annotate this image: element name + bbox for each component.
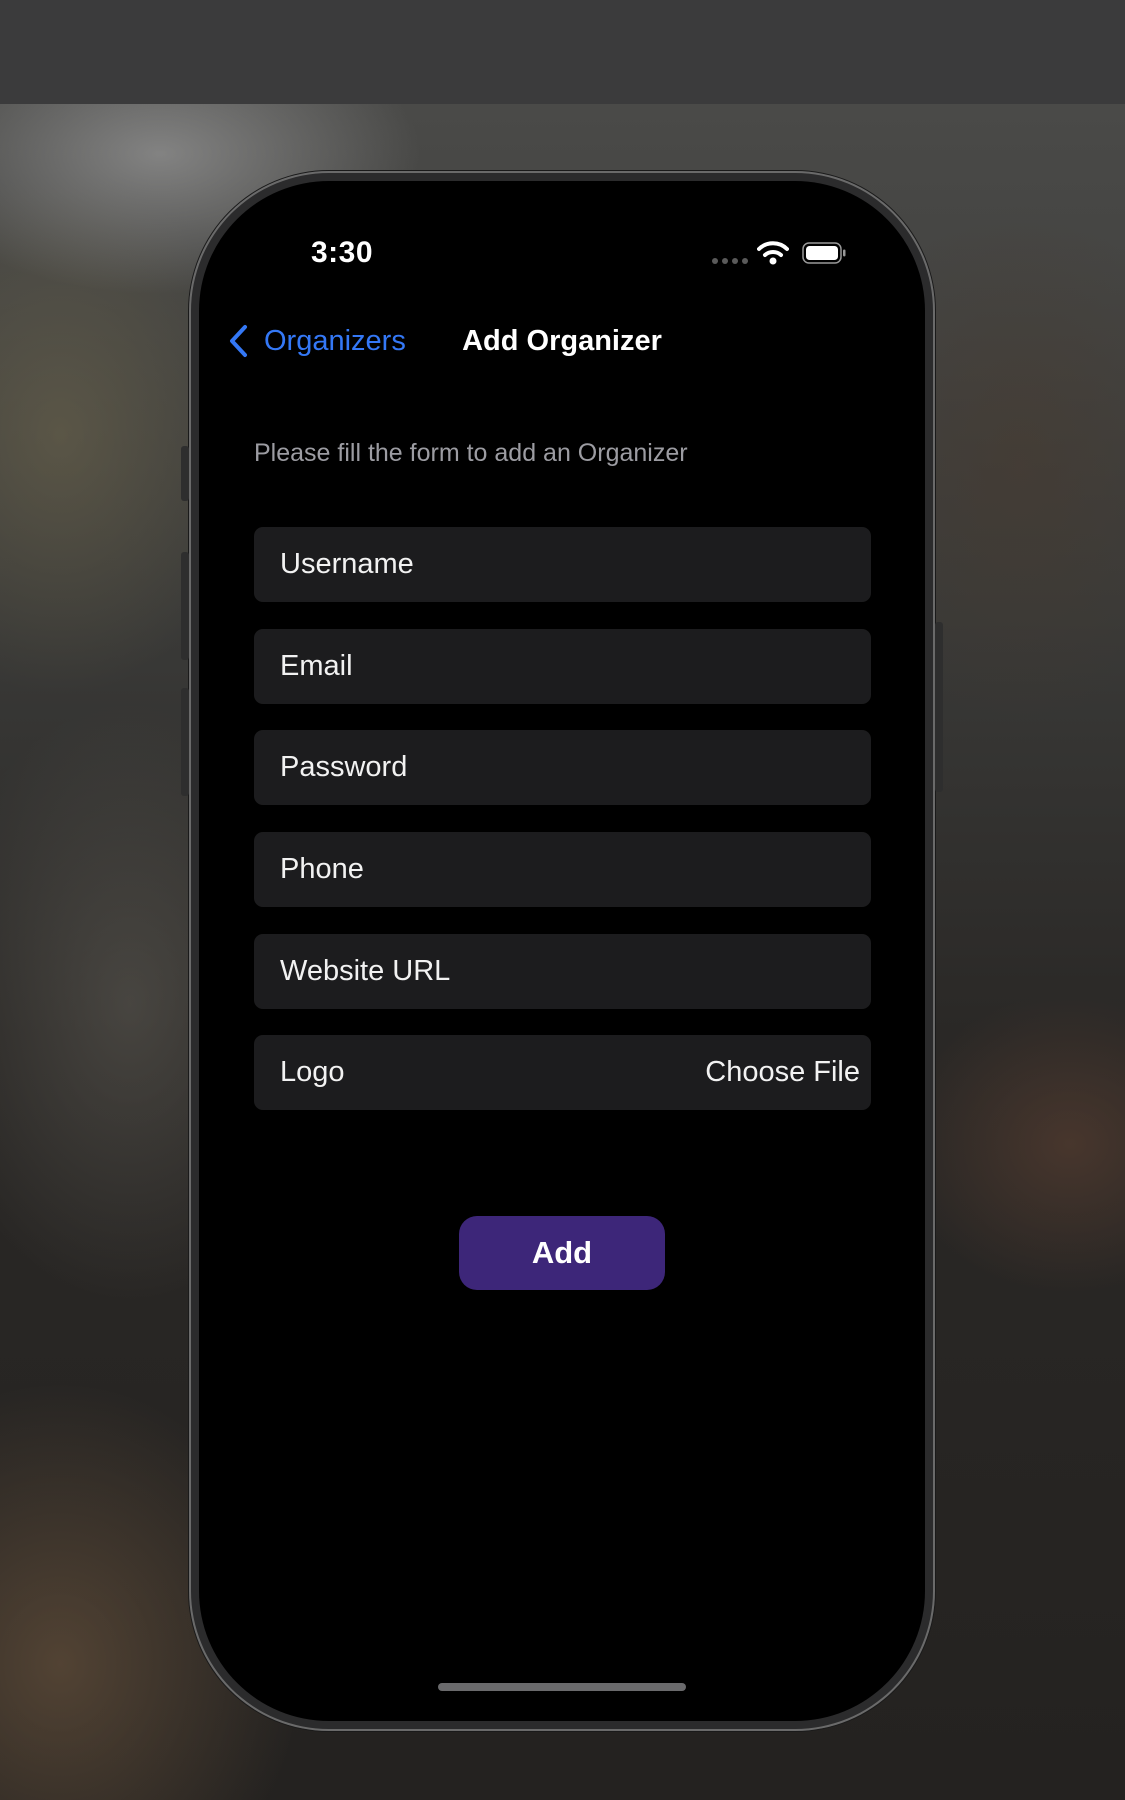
choose-file-button[interactable]: Choose File bbox=[705, 1056, 860, 1089]
side-button-mute bbox=[181, 446, 189, 501]
password-field[interactable] bbox=[280, 751, 845, 784]
username-field[interactable] bbox=[280, 548, 845, 581]
website-url-field[interactable] bbox=[280, 955, 845, 988]
battery-icon bbox=[802, 242, 846, 264]
status-time: 3:30 bbox=[311, 236, 374, 269]
cellular-signal-icon bbox=[712, 258, 748, 264]
logo-file-row: Logo Choose File bbox=[254, 1035, 871, 1110]
email-field[interactable] bbox=[280, 650, 845, 683]
form-instructions: Please fill the form to add an Organizer bbox=[254, 439, 688, 467]
side-button-volume-down bbox=[181, 688, 189, 796]
phone-screen: 3:30 Organizers Add Organizer Please fil… bbox=[199, 181, 925, 1721]
screenshot-stage: 3:30 Organizers Add Organizer Please fil… bbox=[0, 0, 1125, 1800]
top-bar bbox=[0, 0, 1125, 104]
phone-field-container bbox=[254, 832, 871, 907]
email-field-container bbox=[254, 629, 871, 704]
logo-label: Logo bbox=[280, 1056, 345, 1088]
add-button[interactable]: Add bbox=[459, 1216, 665, 1290]
home-indicator[interactable] bbox=[438, 1683, 686, 1691]
side-button-power bbox=[935, 622, 943, 792]
phone-field[interactable] bbox=[280, 853, 845, 886]
website-url-field-container bbox=[254, 934, 871, 1009]
page-title: Add Organizer bbox=[462, 325, 662, 357]
password-field-container bbox=[254, 730, 871, 805]
wifi-icon bbox=[757, 241, 789, 265]
username-field-container bbox=[254, 527, 871, 602]
side-button-volume-up bbox=[181, 552, 189, 660]
